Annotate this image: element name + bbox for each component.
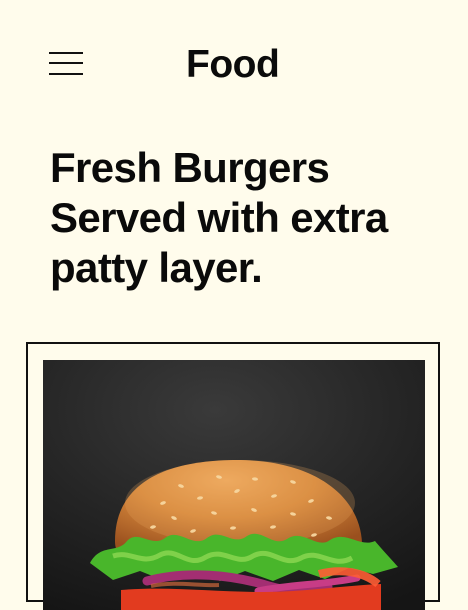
menu-button[interactable] (47, 50, 83, 78)
hamburger-menu-icon (49, 52, 83, 54)
brand-logo[interactable]: Food (186, 40, 280, 90)
hero-image-card (26, 342, 440, 610)
site-header: Food (0, 0, 468, 120)
hero-headline: Fresh Burgers Served with extra patty la… (50, 144, 388, 291)
burger-photo (43, 360, 425, 610)
